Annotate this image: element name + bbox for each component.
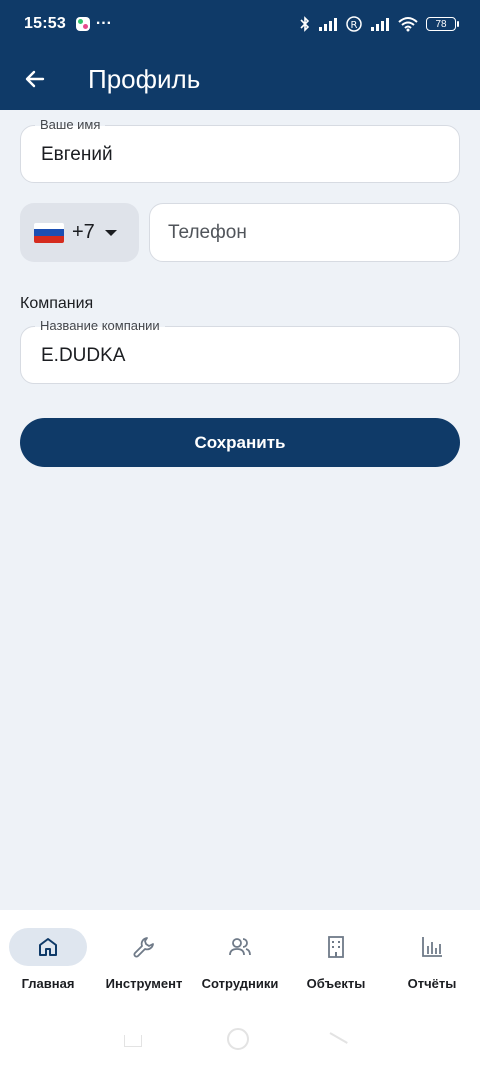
nav-label-objects: Объекты	[306, 976, 366, 991]
nav-item-home[interactable]: Главная	[0, 910, 96, 1000]
dropdown-arrow-icon	[104, 229, 117, 236]
system-home-icon[interactable]	[227, 1028, 249, 1050]
nav-item-objects[interactable]: Объекты	[288, 910, 384, 1000]
roaming-icon: R	[346, 16, 362, 32]
bottom-navigation: Главная Инструмент Сотрудники Объекты От…	[0, 910, 480, 1000]
wrench-icon	[133, 937, 154, 958]
recent-apps-icon[interactable]	[124, 1035, 142, 1047]
nav-item-reports[interactable]: Отчёты	[384, 910, 480, 1000]
app-notification-icon	[75, 17, 90, 31]
bluetooth-icon	[300, 16, 310, 32]
company-field-value[interactable]: E.DUDKA	[41, 345, 125, 367]
nav-label-reports: Отчёты	[407, 976, 457, 991]
phone-field[interactable]	[149, 203, 460, 262]
name-field-value[interactable]: Евгений	[41, 144, 113, 166]
people-icon	[229, 938, 251, 956]
nav-item-employees[interactable]: Сотрудники	[192, 910, 288, 1000]
name-field[interactable]: Ваше имя Евгений	[20, 117, 460, 183]
page-title: Профиль	[88, 63, 201, 94]
russia-flag-icon	[34, 222, 64, 243]
app-bar: Профиль	[0, 48, 480, 110]
nav-label-home: Главная	[21, 976, 75, 991]
name-field-label: Ваше имя	[35, 117, 106, 133]
bar-chart-icon	[422, 937, 442, 957]
country-code-selector[interactable]: +7	[20, 203, 139, 262]
nav-label-employees: Сотрудники	[201, 976, 279, 991]
battery-icon: 78	[426, 17, 459, 31]
country-code: +7	[72, 221, 95, 243]
home-icon	[39, 938, 57, 956]
company-field-label: Название компании	[35, 318, 165, 334]
wifi-icon	[398, 17, 418, 32]
nav-label-tools: Инструмент	[105, 976, 183, 991]
more-notifications-icon: ···	[95, 15, 112, 32]
back-button[interactable]	[0, 48, 70, 110]
status-bar: 15:53 ··· R 78	[0, 0, 480, 48]
nav-item-tools[interactable]: Инструмент	[96, 910, 192, 1000]
svg-text:R: R	[351, 20, 358, 31]
status-time: 15:53	[24, 15, 66, 32]
arrow-back-icon	[25, 70, 45, 88]
company-section-label: Компания	[20, 295, 94, 312]
signal-icon-2	[371, 18, 389, 31]
save-button[interactable]: Сохранить	[20, 418, 460, 467]
signal-icon	[319, 18, 337, 31]
company-field[interactable]: Название компании E.DUDKA	[20, 318, 460, 384]
phone-input[interactable]	[168, 222, 438, 244]
building-icon	[328, 936, 344, 958]
